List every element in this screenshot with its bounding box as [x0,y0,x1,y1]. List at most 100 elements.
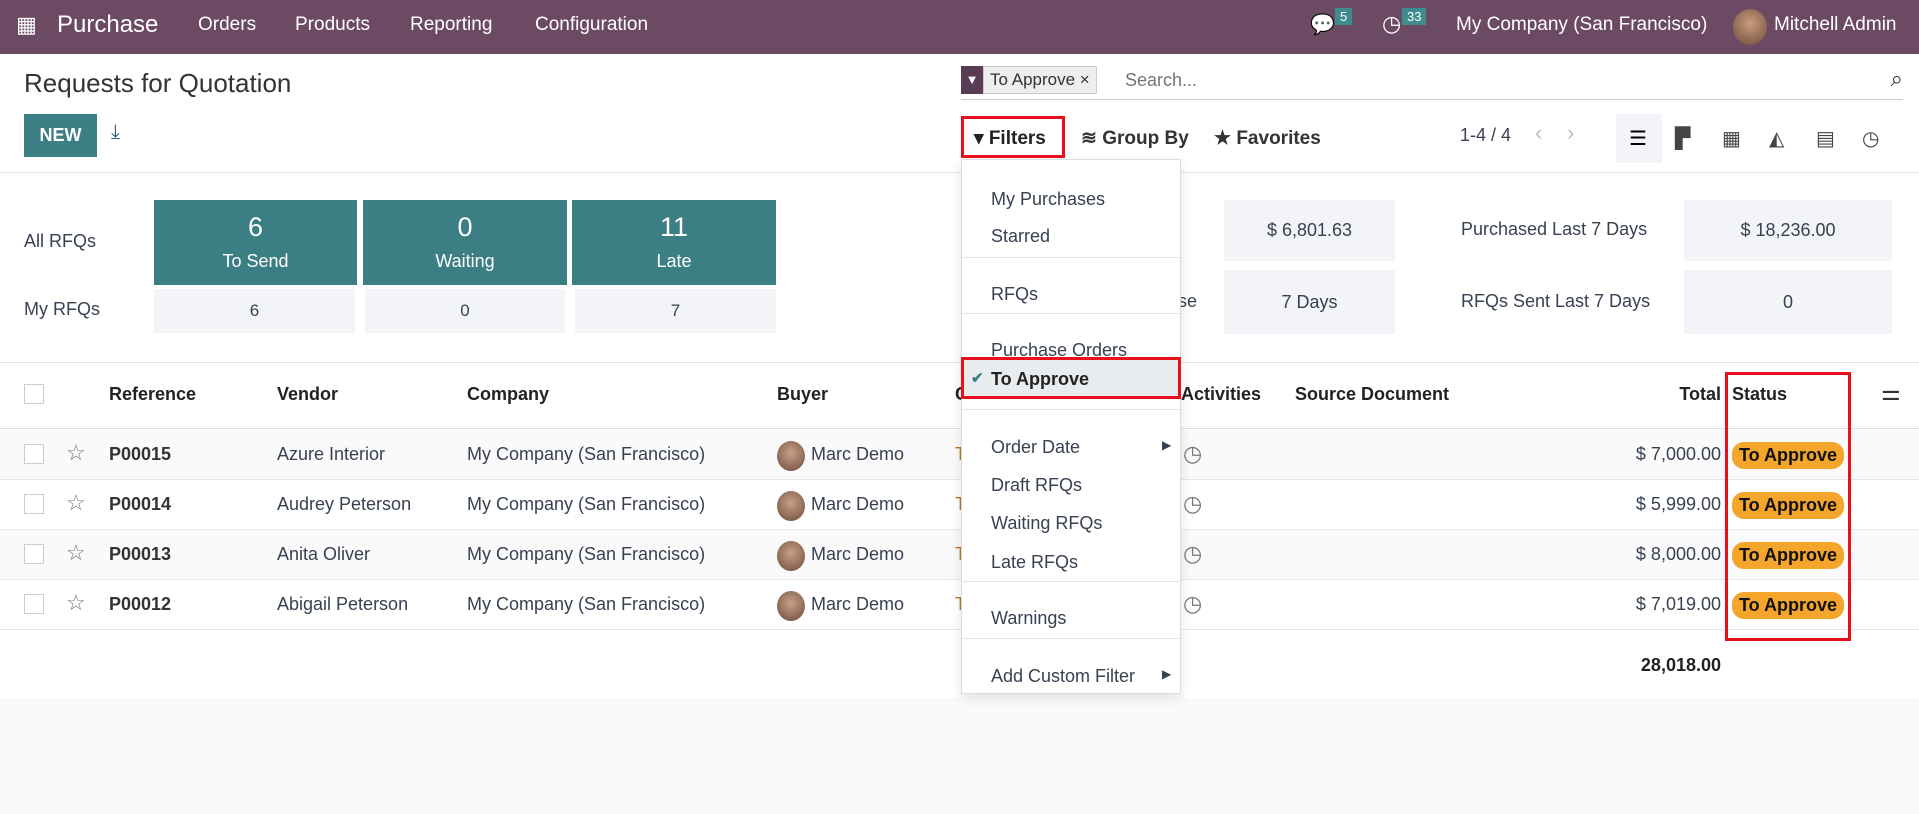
group-by-button[interactable]: ≋ Group By [1081,127,1189,150]
filter-item-warnings[interactable]: Warnings [991,608,1066,629]
my-tile-value[interactable]: 0 [365,289,565,333]
company: My Company (San Francisco) [467,494,706,514]
activity-clock-icon[interactable]: ◷ [1183,591,1202,617]
filter-item-order-date[interactable]: Order Date [991,437,1080,458]
layers-icon: ≋ [1081,128,1097,149]
star-icon[interactable]: ☆ [66,590,86,616]
table-row[interactable]: ☆ P00013 Anita Oliver My Company (San Fr… [0,530,1919,580]
row-checkbox[interactable] [24,544,44,564]
company: My Company (San Francisco) [467,444,706,464]
tile-waiting[interactable]: 0 Waiting [363,200,567,285]
buyer: Marc Demo [811,544,905,564]
col-company[interactable]: Company [467,384,549,405]
col-source-document[interactable]: Source Document [1295,384,1449,405]
top-navbar: ▦ Purchase Orders Products Reporting Con… [0,0,1919,54]
row-checkbox[interactable] [24,594,44,614]
row-checkbox[interactable] [24,494,44,514]
star-icon[interactable]: ☆ [66,540,86,566]
kpi-value[interactable]: $ 6,801.63 [1224,200,1395,261]
my-tile-value[interactable]: 7 [575,289,776,333]
vendor: Anita Oliver [277,544,371,564]
my-tile-value[interactable]: 6 [154,289,355,333]
menu-separator [962,313,1180,314]
total: $ 5,999.00 [1635,494,1721,514]
filter-item-waiting-rfqs[interactable]: Waiting RFQs [991,513,1102,534]
vendor: Audrey Peterson [277,494,412,514]
reference: P00015 [109,444,172,464]
reference: P00014 [109,494,172,514]
pager-prev-icon[interactable]: ‹ [1535,120,1542,146]
search-icon[interactable]: ⌕ [1891,66,1903,92]
remove-facet-icon[interactable]: × [1080,70,1090,89]
my-rfqs-label: My RFQs [24,299,100,319]
activity-view-icon[interactable]: ◷ [1862,126,1879,151]
pager-value[interactable]: 1-4 / 4 [1460,125,1511,146]
star-icon[interactable]: ☆ [66,490,86,516]
total: $ 8,000.00 [1635,544,1721,564]
app-name[interactable]: Purchase [57,11,158,39]
select-all-checkbox[interactable] [24,384,44,404]
filter-item-add-custom-filter[interactable]: Add Custom Filter [991,666,1135,687]
filter-item-label: Draft RFQs [991,475,1083,495]
apps-menu-icon[interactable]: ▦ [16,12,37,38]
col-buyer[interactable]: Buyer [777,384,828,405]
kpi-value[interactable]: 0 [1684,270,1892,334]
tile-label: Late [656,251,692,271]
favorites-button[interactable]: ★ Favorites [1214,127,1321,150]
filter-item-label: Warnings [991,608,1067,628]
menu-reporting[interactable]: Reporting [410,14,492,36]
buyer: Marc Demo [811,594,905,614]
menu-separator [962,409,1180,410]
pivot-view-icon[interactable]: ▦ [1722,126,1741,151]
graph-view-icon[interactable]: ◭ [1769,126,1784,151]
search-bar: ▼ To Approve × ⌕ [961,66,1903,100]
filter-facet-icon: ▼ [961,66,983,94]
favorites-label: Favorites [1236,128,1321,149]
company-switcher[interactable]: My Company (San Francisco) [1456,14,1707,36]
kpi-label: RFQs Sent Last 7 Days [1461,291,1651,311]
optional-columns-icon[interactable]: ⚌ [1881,380,1901,406]
user-name[interactable]: Mitchell Admin [1774,14,1897,36]
table-row[interactable]: ☆ P00014 Audrey Peterson My Company (San… [0,480,1919,530]
filter-item-rfqs[interactable]: RFQs [991,284,1038,305]
col-reference[interactable]: Reference [109,384,196,405]
menu-configuration[interactable]: Configuration [535,14,648,36]
vendor: Abigail Peterson [277,594,409,614]
menu-products[interactable]: Products [295,14,370,36]
filter-item-my-purchases[interactable]: My Purchases [991,189,1105,210]
pager-next-icon[interactable]: › [1567,120,1574,146]
list-view-icon[interactable]: ☰ [1629,126,1647,151]
kanban-view-icon[interactable]: ▛ [1675,126,1690,151]
col-activities[interactable]: Activities [1181,384,1261,405]
kpi-value[interactable]: $ 18,236.00 [1684,200,1892,261]
menu-orders[interactable]: Orders [198,14,256,36]
filter-item-label: RFQs [991,284,1038,304]
filter-item-starred[interactable]: Starred [991,226,1050,247]
tile-to-send[interactable]: 6 To Send [154,200,357,285]
page-title: Requests for Quotation [24,68,292,98]
filter-item-label: Order Date [991,437,1081,457]
messages-icon[interactable]: 💬 [1310,12,1335,37]
kpi-value[interactable]: 7 Days [1224,270,1395,334]
user-avatar[interactable] [1733,9,1767,45]
row-checkbox[interactable] [24,444,44,464]
col-vendor[interactable]: Vendor [277,384,338,405]
download-icon[interactable]: ⤓ [111,121,120,144]
filter-item-late-rfqs[interactable]: Late RFQs [991,552,1078,573]
activity-clock-icon[interactable]: ◷ [1183,441,1202,467]
star-icon[interactable]: ☆ [66,440,86,466]
calendar-view-icon[interactable]: ▤ [1816,126,1835,151]
tile-label: To Send [222,251,289,271]
activity-clock-icon[interactable]: ◷ [1183,491,1202,517]
table-row[interactable]: ☆ P00012 Abigail Peterson My Company (Sa… [0,580,1919,630]
new-button[interactable]: NEW [24,114,97,157]
grand-total: 28,018.00 [1640,655,1721,675]
search-input[interactable] [1125,66,1825,94]
tile-late[interactable]: 11 Late [572,200,776,285]
activity-clock-icon[interactable]: ◷ [1183,541,1202,567]
col-total[interactable]: Total [1600,384,1721,405]
table-row[interactable]: ☆ P00015 Azure Interior My Company (San … [0,430,1919,480]
filter-item-draft-rfqs[interactable]: Draft RFQs [991,475,1082,496]
activity-clock-icon[interactable]: ◷ [1382,11,1401,37]
tile-label: Waiting [435,251,495,271]
